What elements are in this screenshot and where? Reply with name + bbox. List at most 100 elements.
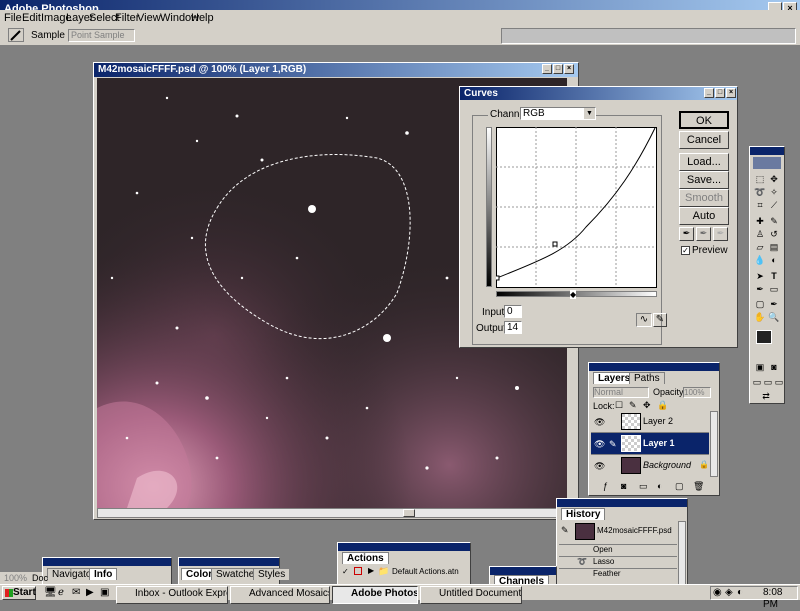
pen-tool-icon[interactable]: ✒	[754, 284, 766, 295]
doc-maximize-button[interactable]: □	[553, 64, 563, 74]
lock-position-icon[interactable]: ✥	[643, 400, 651, 411]
load-button[interactable]: Load...	[679, 153, 729, 171]
foreground-color-swatch[interactable]	[756, 330, 772, 344]
taskbar-item-outlook[interactable]: Inbox - Outlook Express pr...	[116, 586, 228, 604]
horizontal-scrollbar[interactable]	[97, 508, 567, 518]
tray-icon[interactable]: ◉	[713, 587, 722, 599]
curves-close-button[interactable]: ×	[726, 88, 736, 98]
adobe-logo-icon[interactable]	[753, 157, 781, 169]
eye-icon[interactable]: 👁	[594, 439, 605, 450]
clone-stamp-tool-icon[interactable]: ♙	[754, 229, 766, 240]
curves-graph[interactable]	[496, 127, 657, 288]
eye-icon[interactable]: 👁	[594, 417, 605, 428]
magic-wand-tool-icon[interactable]: ✧	[768, 187, 780, 198]
marquee-tool-icon[interactable]: ⬚	[754, 174, 766, 185]
menu-edit[interactable]: Edit	[22, 12, 41, 24]
doc-close-button[interactable]: ×	[564, 64, 574, 74]
tab-info[interactable]: Info	[89, 568, 118, 580]
sample-size-select[interactable]: Point Sample	[68, 29, 135, 42]
history-snapshot[interactable]: ✎ M42mosaicFFFF.psd	[559, 521, 677, 543]
brush-tool-icon[interactable]: ✎	[768, 216, 780, 227]
lock-all-icon[interactable]: 🔒	[657, 400, 668, 411]
dialog-toggle-icon[interactable]	[354, 567, 362, 575]
black-eyedropper-icon[interactable]: ✒	[679, 227, 694, 241]
outlook-icon[interactable]: ✉	[72, 587, 80, 598]
screen-mode-full-icon[interactable]: ▭	[773, 377, 785, 388]
layer-mask-icon[interactable]: ◙	[621, 481, 626, 491]
smooth-button[interactable]: Smooth	[679, 189, 729, 207]
taskbar-item-word[interactable]: Advanced Mosaics.doc - ...	[230, 586, 330, 604]
tab-styles[interactable]: Styles	[253, 568, 291, 580]
tray-icon[interactable]: ◈	[725, 587, 733, 599]
expand-triangle-icon[interactable]: ▶	[368, 566, 374, 575]
taskbar-item-photoshop[interactable]: Adobe Photoshop	[332, 586, 418, 604]
layer-row-selected[interactable]: 👁 ✎ Layer 1	[591, 433, 709, 455]
cancel-button[interactable]: Cancel	[679, 131, 729, 149]
white-eyedropper-icon[interactable]: ✒	[713, 227, 728, 241]
rectangle-tool-icon[interactable]: ▭	[768, 284, 780, 295]
slice-tool-icon[interactable]: ⟋	[768, 200, 780, 211]
history-item[interactable]: Feather	[559, 568, 677, 580]
gradient-tool-icon[interactable]: ▤	[768, 242, 780, 253]
gradient-toggle-icon[interactable]: ◆	[570, 290, 577, 299]
zoom-level[interactable]: 100%	[4, 572, 27, 584]
crop-tool-icon[interactable]: ⌗	[754, 200, 766, 211]
layer-row[interactable]: 👁 Layer 2	[591, 411, 709, 433]
tab-actions[interactable]: Actions	[342, 552, 389, 564]
ie-icon[interactable]: ℯ	[58, 587, 64, 598]
curves-maximize-button[interactable]: □	[715, 88, 725, 98]
channel-select[interactable]: RGB ▼	[520, 107, 596, 120]
layer-style-icon[interactable]: ƒ	[603, 481, 608, 491]
media-player-icon[interactable]: ▶	[86, 587, 94, 598]
menu-view[interactable]: View	[137, 12, 161, 24]
adjustment-layer-icon[interactable]: ◐	[657, 481, 662, 491]
taskbar-item-untitled[interactable]: Untitled Document - Micro...	[420, 586, 522, 604]
jump-to-imageready-icon[interactable]: ⇄	[760, 391, 772, 402]
preview-checkbox[interactable]: ✓	[681, 246, 690, 255]
tab-paths[interactable]: Paths	[629, 372, 665, 384]
hand-tool-icon[interactable]: ✋	[754, 312, 766, 323]
eye-icon[interactable]: 👁	[594, 461, 605, 472]
lasso-tool-icon[interactable]: ➰	[754, 187, 766, 198]
lock-transparency-icon[interactable]: ☐	[615, 400, 623, 411]
history-item[interactable]: ➰ Lasso	[559, 556, 677, 568]
type-tool-icon[interactable]: T	[768, 271, 780, 282]
blend-mode-select[interactable]: Normal	[593, 387, 649, 398]
desktop-icon[interactable]: 🖥	[44, 587, 57, 598]
zoom-tool-icon[interactable]: 🔍	[768, 312, 780, 323]
quicklaunch-icon[interactable]: ▣	[100, 587, 109, 598]
save-button[interactable]: Save...	[679, 171, 729, 189]
standard-mode-icon[interactable]: ▣	[754, 362, 766, 373]
output-field[interactable]: 14	[504, 321, 522, 334]
input-field[interactable]: 0	[504, 305, 522, 318]
doc-minimize-button[interactable]: _	[542, 64, 552, 74]
notes-tool-icon[interactable]: ▢	[754, 299, 766, 310]
layer-row[interactable]: 👁 Background 🔒	[591, 455, 709, 477]
trash-icon[interactable]: 🗑	[693, 481, 704, 492]
eyedropper-tool-icon[interactable]: ✒	[768, 299, 780, 310]
dodge-tool-icon[interactable]: ◐	[768, 255, 780, 266]
gray-eyedropper-icon[interactable]: ✒	[696, 227, 711, 241]
new-set-icon[interactable]: ▭	[639, 481, 648, 492]
auto-button[interactable]: Auto	[679, 207, 729, 225]
ok-button[interactable]: OK	[679, 111, 729, 129]
scroll-thumb[interactable]	[403, 509, 415, 517]
history-scrollbar[interactable]	[678, 521, 686, 585]
pencil-tool-icon[interactable]: ✎	[653, 313, 667, 327]
healing-brush-tool-icon[interactable]: ✚	[754, 216, 766, 227]
quickmask-mode-icon[interactable]: ◙	[768, 362, 780, 373]
menu-help[interactable]: Help	[191, 12, 214, 24]
path-selection-tool-icon[interactable]: ➤	[754, 271, 766, 282]
lock-image-icon[interactable]: ✎	[629, 400, 637, 411]
menu-filter[interactable]: Filter	[115, 12, 139, 24]
history-item[interactable]: Open	[559, 544, 677, 556]
eraser-tool-icon[interactable]: ▱	[754, 242, 766, 253]
new-layer-icon[interactable]: ▢	[675, 481, 684, 492]
blur-tool-icon[interactable]: 💧	[754, 255, 766, 266]
layers-scrollbar[interactable]	[710, 411, 718, 477]
tab-history[interactable]: History	[561, 508, 606, 520]
curve-tool-icon[interactable]: ∿	[636, 313, 652, 327]
volume-icon[interactable]: ◐	[737, 587, 743, 599]
eyedropper-icon[interactable]	[8, 28, 24, 42]
start-button[interactable]: Start	[2, 586, 36, 600]
